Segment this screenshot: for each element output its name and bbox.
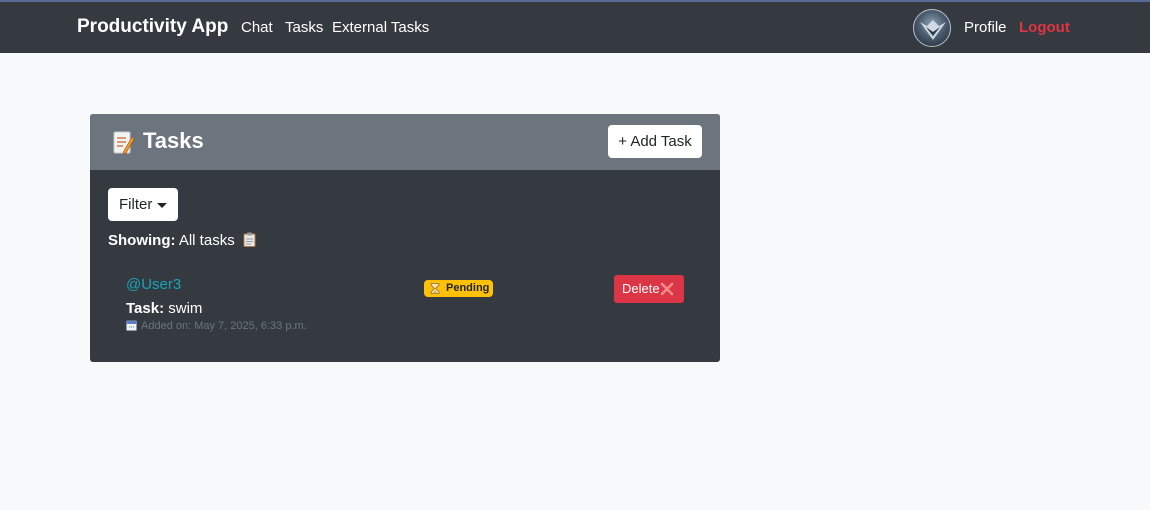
cross-mark-icon — [660, 282, 674, 296]
brand-link[interactable]: Productivity App — [77, 16, 228, 38]
nav-link-chat[interactable]: Chat — [241, 19, 273, 36]
hourglass-icon — [430, 283, 440, 294]
task-added-date: Added on: May 7, 2025, 6:33 p.m. — [126, 320, 307, 332]
avatar[interactable] — [913, 9, 951, 47]
task-added-text: Added on: May 7, 2025, 6:33 p.m. — [141, 320, 307, 332]
task-name: swim — [168, 300, 203, 317]
caret-down-icon — [157, 203, 167, 208]
nav-link-profile[interactable]: Profile — [964, 19, 1007, 36]
tasks-card-header: Tasks + Add Task — [90, 114, 720, 170]
task-user-link[interactable]: @User3 — [126, 276, 181, 293]
showing-value: All tasks — [178, 232, 235, 249]
logout-link[interactable]: Logout — [1019, 19, 1070, 36]
status-badge: Pending — [424, 280, 493, 297]
avatar-image — [920, 20, 946, 40]
task-label: Task: — [126, 300, 165, 317]
calendar-icon — [126, 320, 137, 331]
task-description: Task: swim — [126, 300, 202, 317]
nav-link-tasks[interactable]: Tasks — [285, 19, 323, 36]
add-task-button[interactable]: + Add Task — [608, 125, 702, 158]
tasks-title: Tasks — [143, 128, 204, 153]
filter-dropdown-button[interactable]: Filter — [108, 188, 178, 221]
filter-label: Filter — [119, 196, 153, 213]
delete-label: Delete — [622, 281, 660, 296]
tasks-card: Tasks + Add Task Filter Showing: All tas… — [90, 114, 720, 362]
memo-icon — [113, 131, 134, 155]
showing-filter-status: Showing: All tasks — [108, 232, 256, 249]
navbar: Productivity App Chat Tasks External Tas… — [0, 2, 1150, 53]
status-badge-label: Pending — [446, 282, 490, 294]
delete-task-button[interactable]: Delete — [614, 275, 684, 303]
showing-label: Showing: — [108, 232, 176, 249]
nav-link-external-tasks[interactable]: External Tasks — [332, 19, 429, 36]
clipboard-icon — [243, 232, 256, 247]
